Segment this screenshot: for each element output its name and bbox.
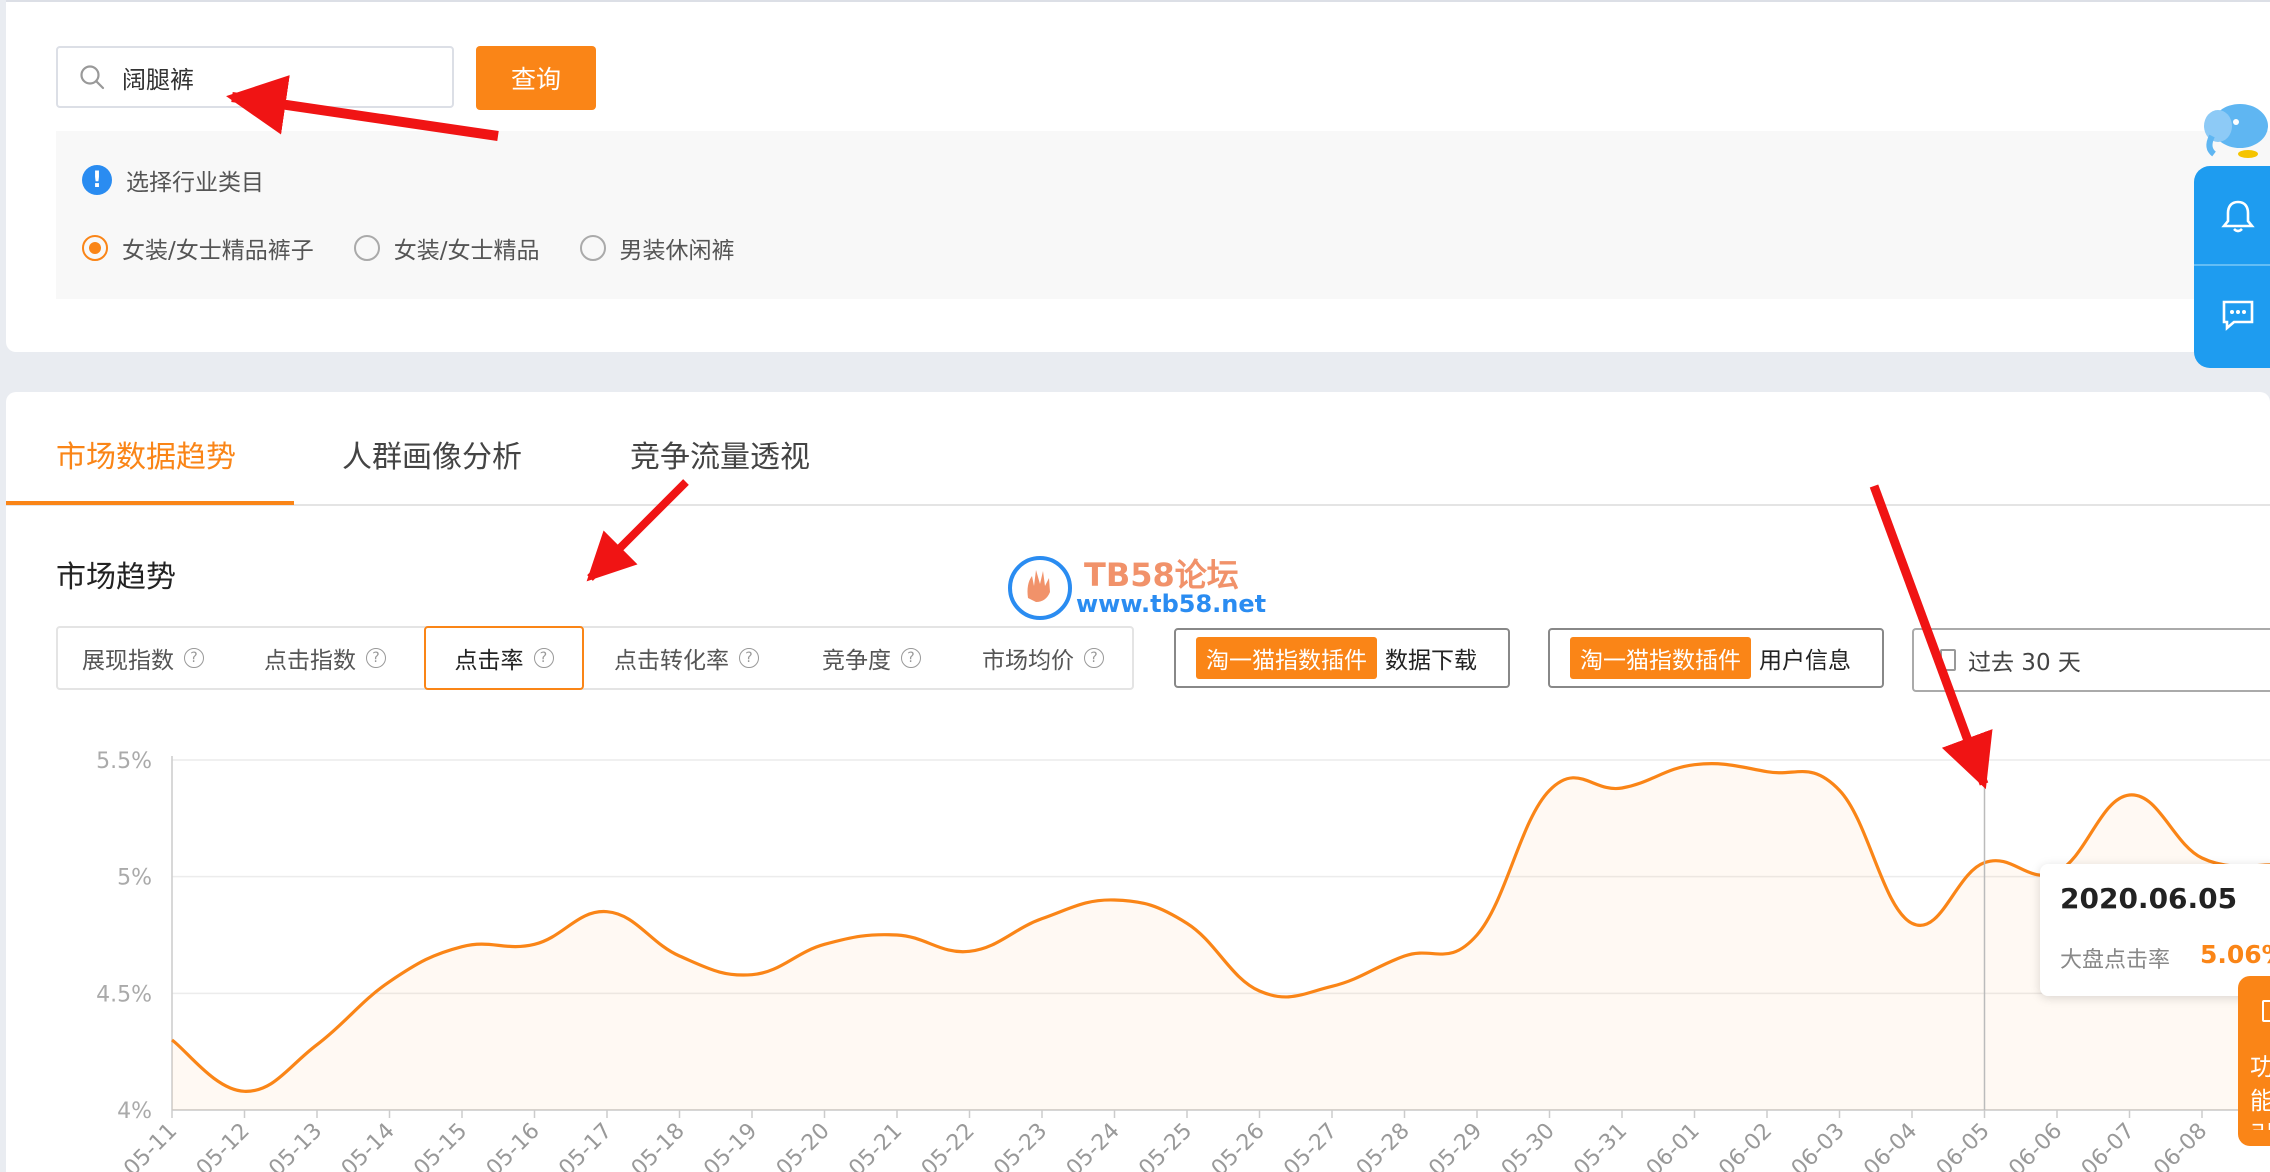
x-tick-label: 05-21 xyxy=(844,1119,907,1172)
x-tick-label: 05-26 xyxy=(1207,1119,1270,1172)
x-tick-label: 06-07 xyxy=(2077,1119,2140,1172)
annotation-arrow-metric xyxy=(586,479,689,582)
x-tick-label: 05-29 xyxy=(1424,1119,1487,1172)
x-tick-label: 05-25 xyxy=(1134,1119,1197,1172)
chart-axis-ticks: 05-11 05-12 05-13 05-14 05-15 05-16 05-17 05-18… xyxy=(119,1110,2212,1172)
y-tick-label: 4% xyxy=(117,1099,152,1124)
mascot-icon[interactable] xyxy=(2200,96,2270,160)
tooltip-value: 5.06% xyxy=(2200,940,2270,969)
y-tick-label: 5% xyxy=(117,866,152,891)
chat-icon[interactable] xyxy=(2218,294,2258,334)
x-tick-label: 05-13 xyxy=(264,1119,327,1172)
x-tick-label: 06-02 xyxy=(1714,1119,1777,1172)
x-tick-label: 05-28 xyxy=(1352,1119,1415,1172)
x-tick-label: 06-08 xyxy=(2149,1119,2212,1172)
function-guide-tab[interactable]: 功能引 xyxy=(2238,976,2270,1146)
x-tick-label: 06-01 xyxy=(1642,1119,1705,1172)
tb58-logo-icon xyxy=(1008,556,1072,620)
x-tick-label: 05-18 xyxy=(627,1119,690,1172)
chart-tooltip: 2020.06.05 大盘点击率 5.06% xyxy=(2040,864,2270,996)
tooltip-date: 2020.06.05 xyxy=(2060,882,2238,915)
watermark: TB58论坛 www.tb58.net xyxy=(1006,550,1276,626)
x-tick-label: 06-03 xyxy=(1787,1119,1850,1172)
x-tick-label: 05-16 xyxy=(482,1119,545,1172)
watermark-url: www.tb58.net xyxy=(1076,590,1267,618)
x-tick-label: 06-06 xyxy=(2004,1119,2067,1172)
function-guide-icon xyxy=(2262,1000,2270,1022)
chart-area-fill xyxy=(172,763,2270,1110)
bell-icon[interactable] xyxy=(2218,196,2258,236)
x-tick-label: 05-15 xyxy=(409,1119,472,1172)
annotation-arrow-search xyxy=(226,75,499,141)
tooltip-label: 大盘点击率 xyxy=(2060,948,2171,973)
side-panel-divider xyxy=(2194,264,2270,266)
side-float-panel xyxy=(2194,166,2270,368)
x-tick-label: 05-24 xyxy=(1062,1119,1125,1172)
x-tick-label: 05-22 xyxy=(917,1119,980,1172)
x-tick-label: 05-23 xyxy=(989,1119,1052,1172)
y-tick-label: 5.5% xyxy=(96,749,152,774)
x-tick-label: 05-12 xyxy=(192,1119,255,1172)
y-tick-label: 4.5% xyxy=(96,982,152,1007)
x-tick-label: 05-27 xyxy=(1279,1119,1342,1172)
x-tick-label: 05-20 xyxy=(772,1119,835,1172)
x-tick-label: 05-31 xyxy=(1569,1119,1632,1172)
x-tick-label: 05-30 xyxy=(1497,1119,1560,1172)
x-tick-label: 05-14 xyxy=(337,1119,400,1172)
x-tick-label: 05-17 xyxy=(554,1119,617,1172)
x-tick-label: 06-05 xyxy=(1932,1119,1995,1172)
x-tick-label: 05-19 xyxy=(699,1119,762,1172)
annotation-arrow-datapoint xyxy=(1869,484,1993,790)
x-tick-label: 06-04 xyxy=(1859,1119,1922,1172)
function-guide-label: 功能引 xyxy=(2250,1053,2270,1130)
x-tick-label: 05-11 xyxy=(119,1119,182,1172)
